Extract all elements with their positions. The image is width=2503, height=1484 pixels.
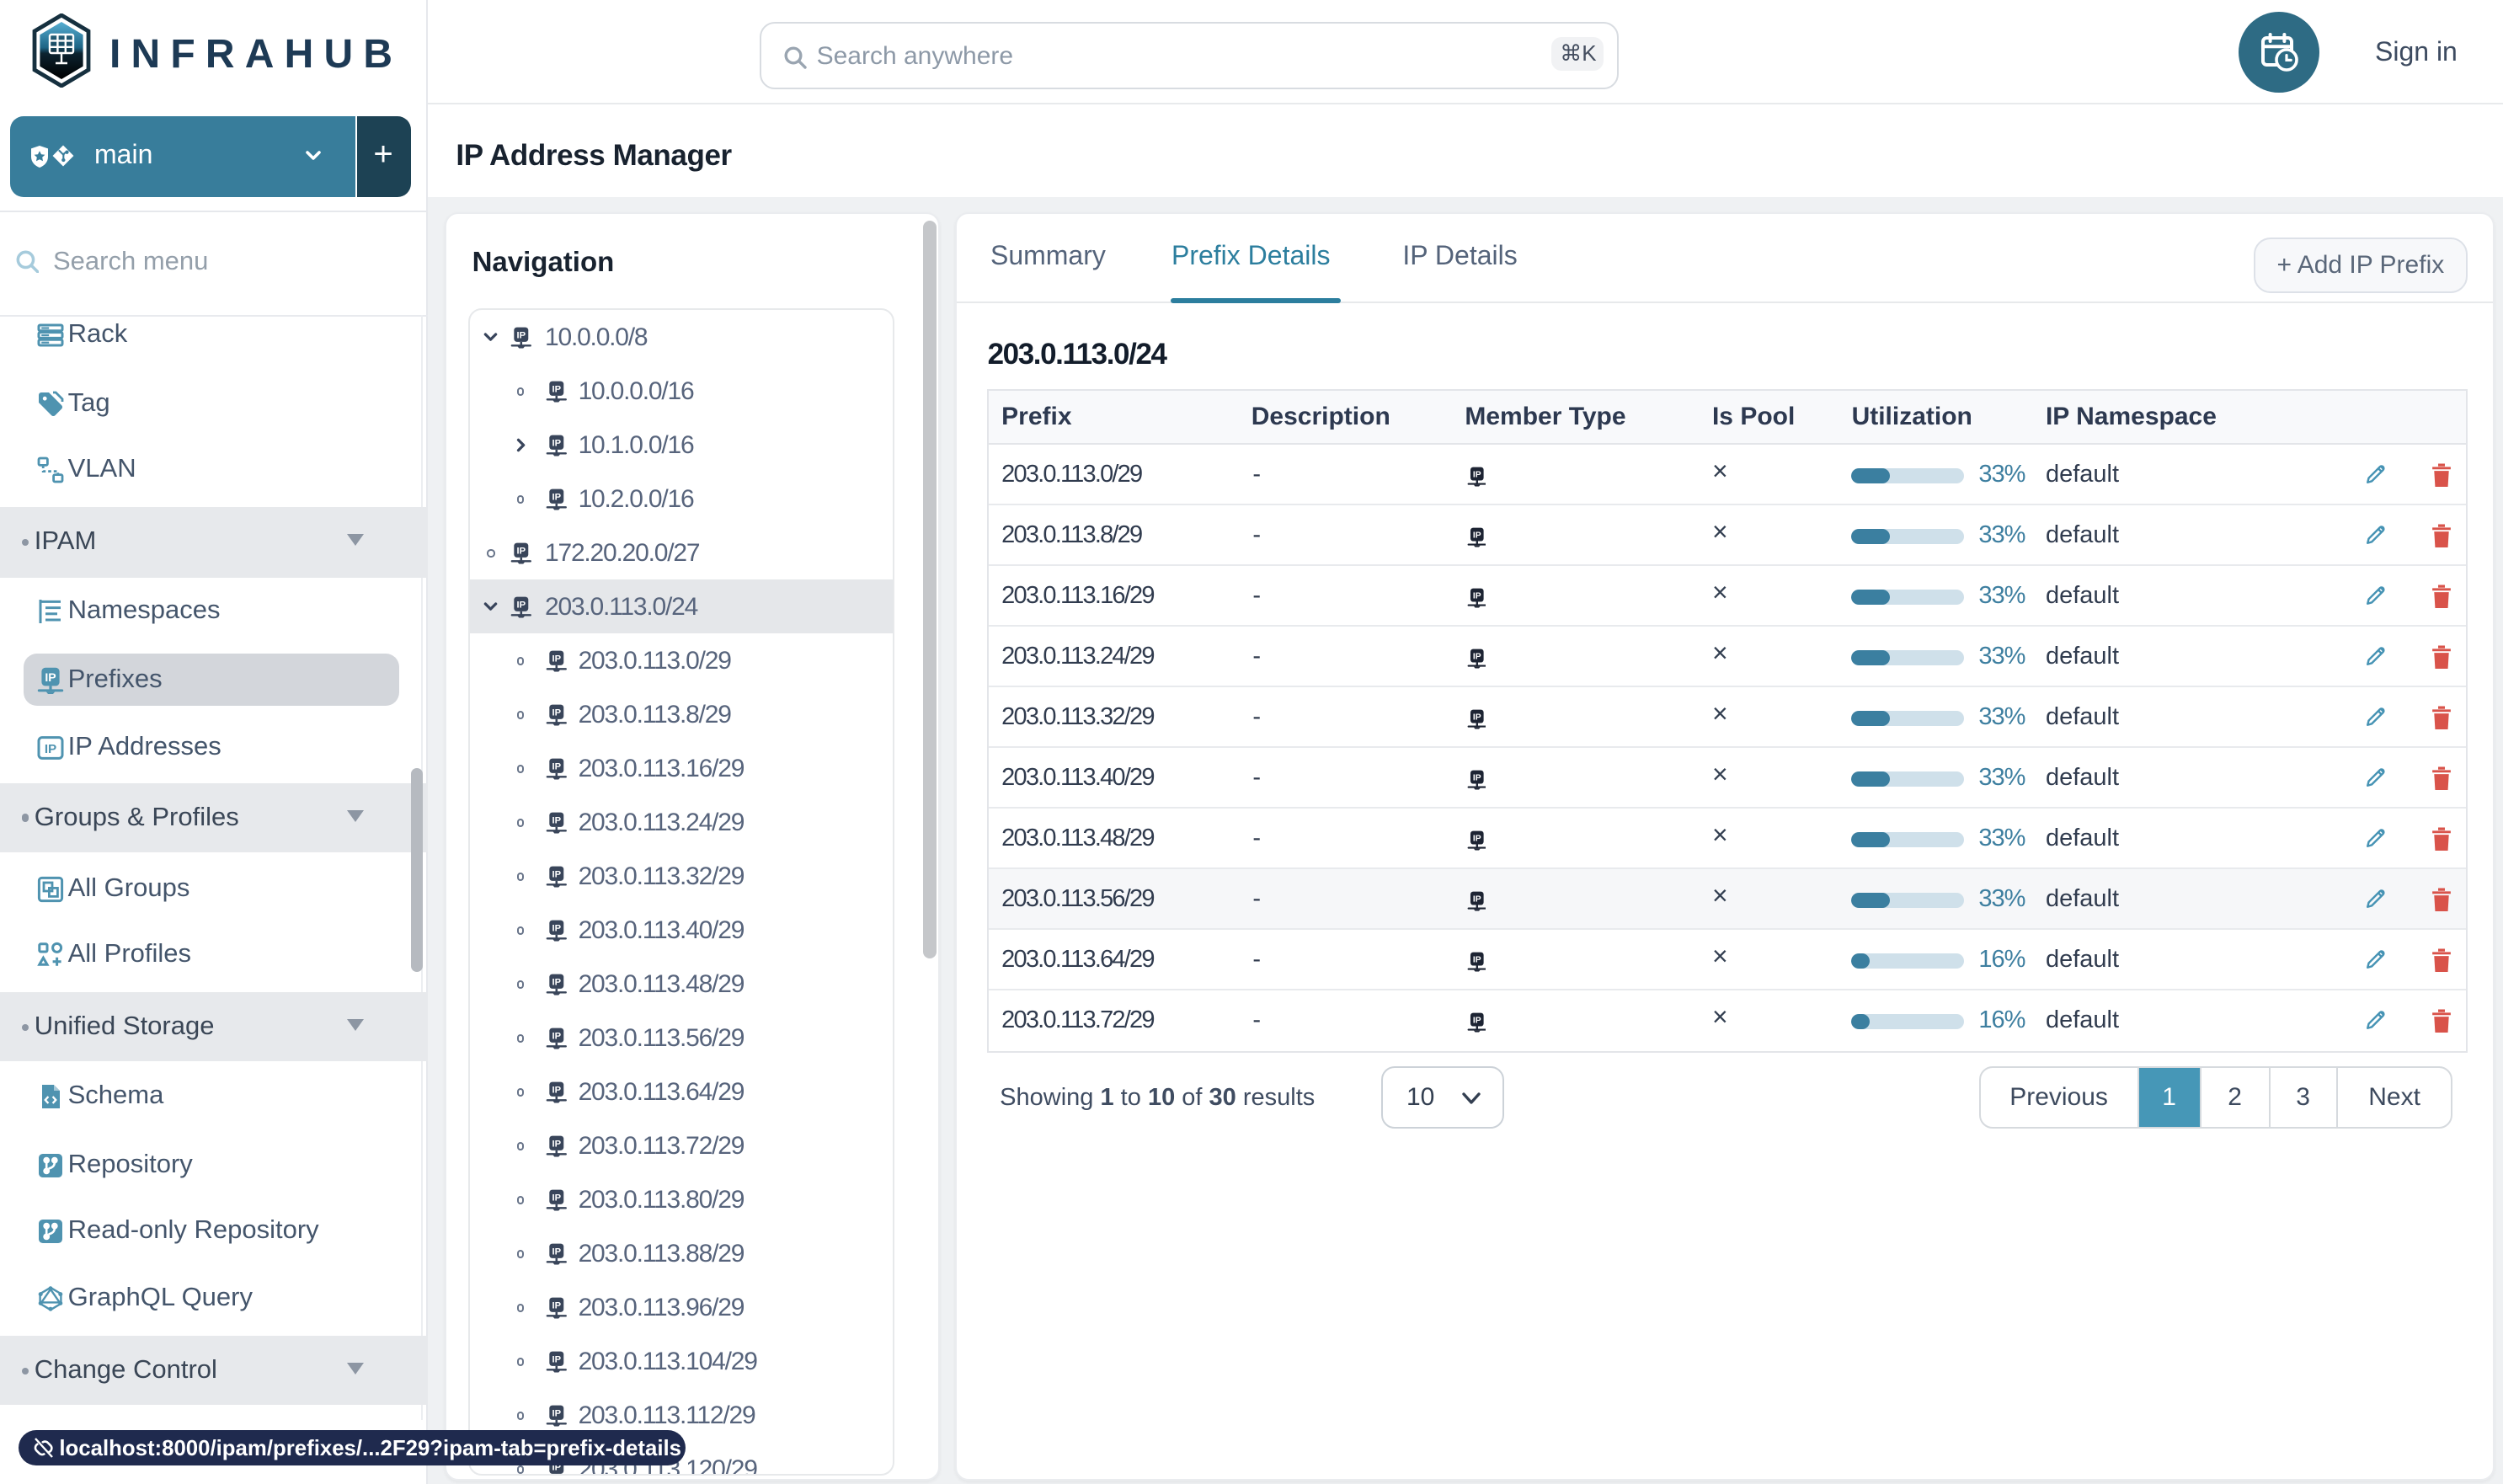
svg-text:IP: IP <box>45 741 56 755</box>
